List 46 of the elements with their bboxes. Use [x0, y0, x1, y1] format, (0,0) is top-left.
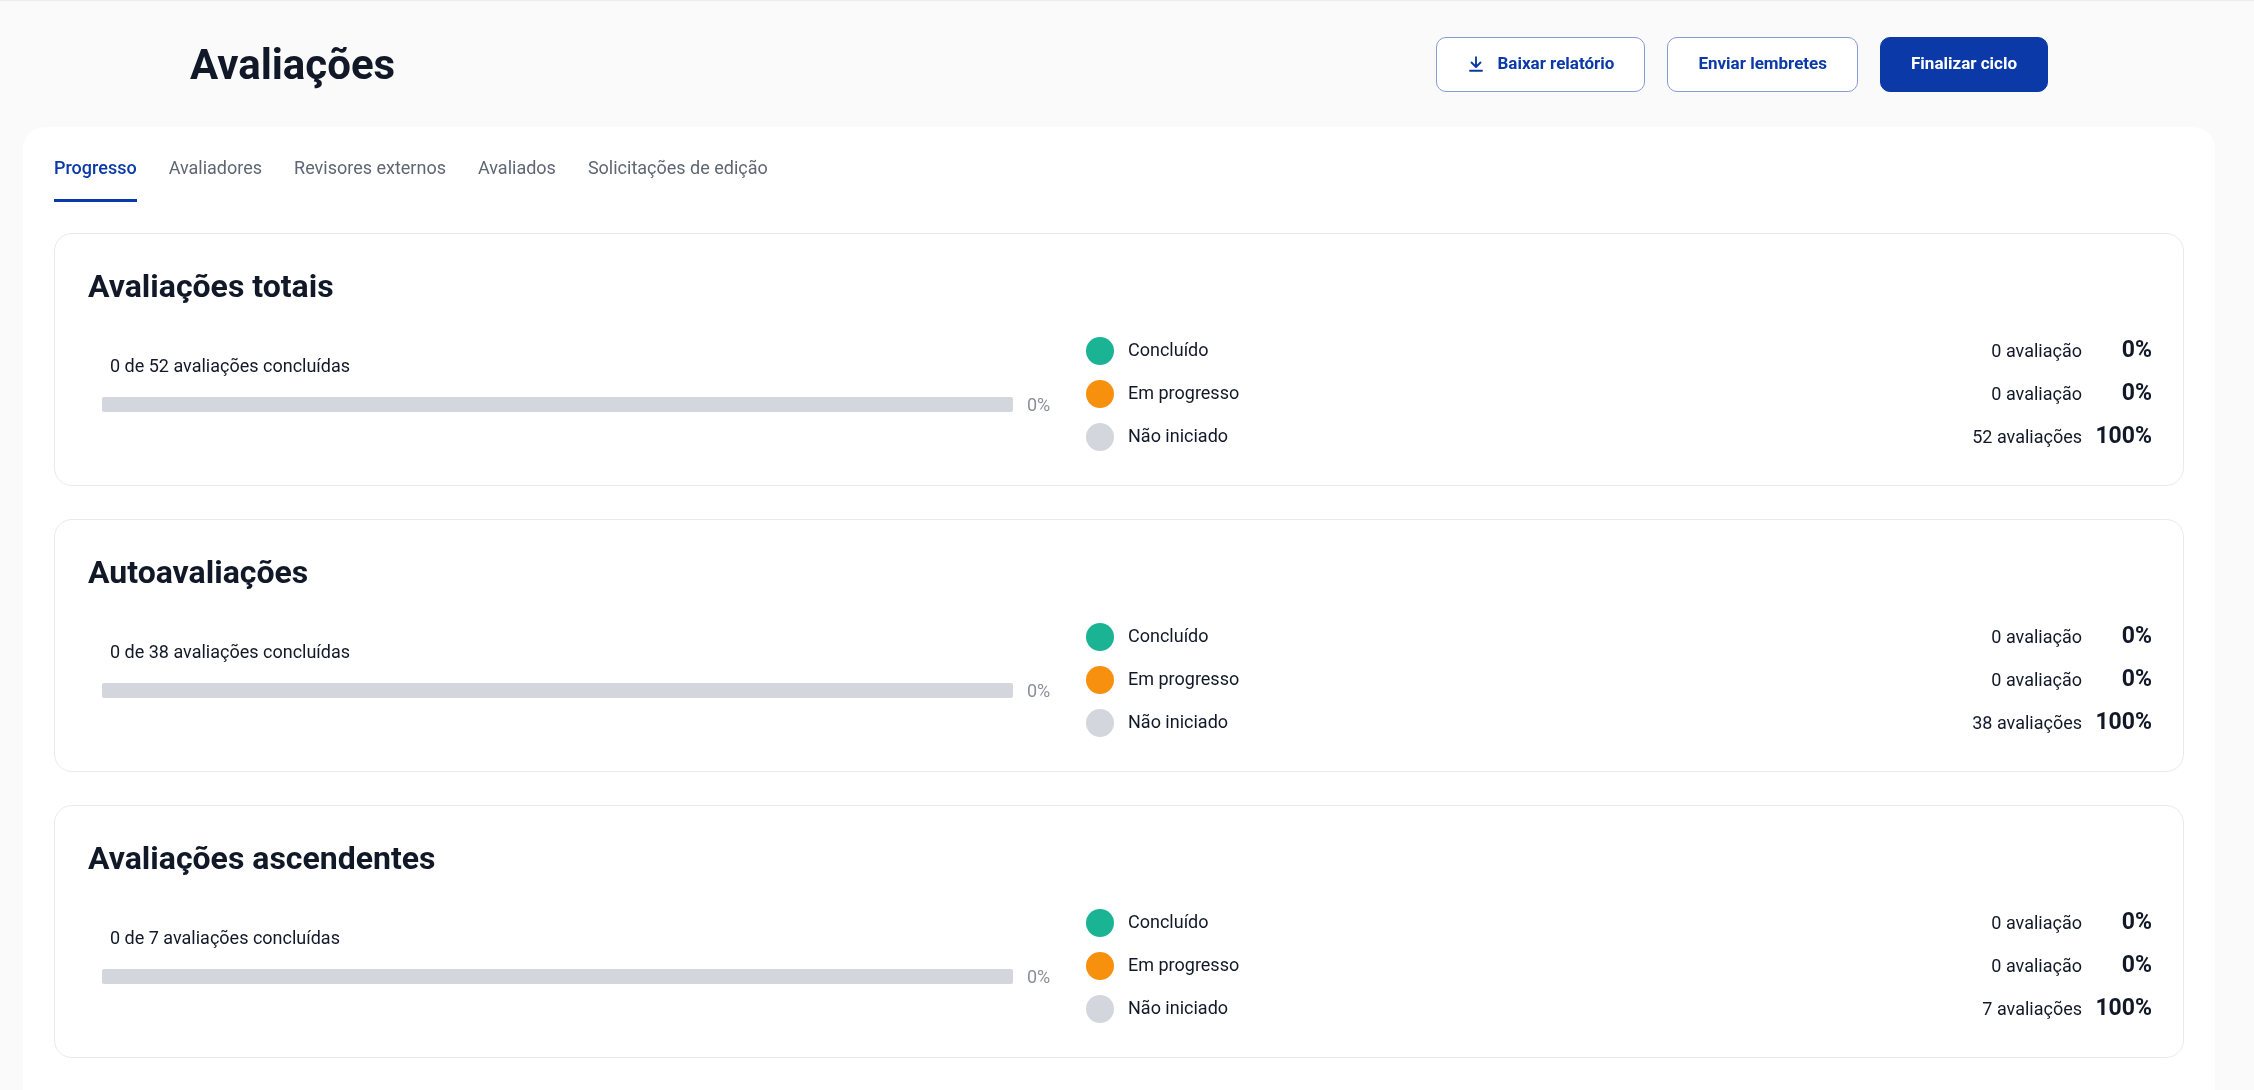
status-label: Não iniciado [1128, 996, 1229, 1020]
status-count: 0 avaliação [1991, 668, 2082, 692]
progress-percent: 0% [1027, 679, 1051, 703]
status-label: Concluído [1128, 910, 1209, 934]
primary-button[interactable]: Finalizar ciclo [1880, 36, 2048, 92]
status-count: 7 avaliações [1982, 997, 2082, 1021]
status-label: Concluído [1128, 624, 1209, 648]
status-count: 0 avaliação [1991, 339, 2082, 363]
status-percent: 100% [2094, 421, 2152, 452]
card-title: Autoavaliações [88, 552, 309, 592]
card-title: Avaliações ascendentes [88, 838, 436, 878]
download-report-button[interactable]: Baixar relatório [1436, 36, 1646, 92]
status-percent: 0% [2120, 664, 2152, 695]
download-icon [1467, 55, 1486, 73]
progress-summary: 0 de 7 avaliações concluídas [110, 926, 340, 950]
status-percent: 0% [2120, 950, 2152, 981]
status-percent: 0% [2120, 378, 2152, 409]
status-label: Em progresso [1128, 381, 1240, 405]
status-label: Em progresso [1128, 953, 1240, 977]
status-count: 0 avaliação [1991, 625, 2082, 649]
status-label: Concluído [1128, 338, 1209, 362]
tab[interactable]: Progresso [54, 154, 137, 202]
progress-summary: 0 de 38 avaliações concluídas [110, 640, 351, 664]
progress-percent: 0% [1027, 965, 1051, 989]
progress-summary: 0 de 52 avaliações concluídas [110, 354, 351, 378]
progress-percent: 0% [1027, 393, 1051, 417]
status-percent: 0% [2120, 907, 2152, 938]
page-title: Avaliações [190, 38, 396, 91]
status-label: Em progresso [1128, 667, 1240, 691]
status-count: 0 avaliação [1991, 954, 2082, 978]
status-count: 0 avaliação [1991, 911, 2082, 935]
tab[interactable]: Solicitações de edição [587, 154, 768, 202]
tab[interactable]: Avaliados [477, 154, 556, 202]
status-count: 38 avaliações [1972, 711, 2082, 735]
status-percent: 100% [2094, 707, 2152, 738]
status-count: 0 avaliação [1991, 382, 2082, 406]
tab[interactable]: Revisores externos [294, 154, 446, 202]
status-percent: 100% [2094, 993, 2152, 1024]
status-percent: 0% [2120, 621, 2152, 652]
status-label: Não iniciado [1128, 424, 1229, 448]
status-label: Não iniciado [1128, 710, 1229, 734]
card-title: Avaliações totais [88, 266, 334, 306]
status-percent: 0% [2120, 335, 2152, 366]
status-count: 52 avaliações [1972, 425, 2082, 449]
tab[interactable]: Avaliadores [168, 154, 263, 202]
outline-button[interactable]: Enviar lembretes [1667, 36, 1859, 92]
